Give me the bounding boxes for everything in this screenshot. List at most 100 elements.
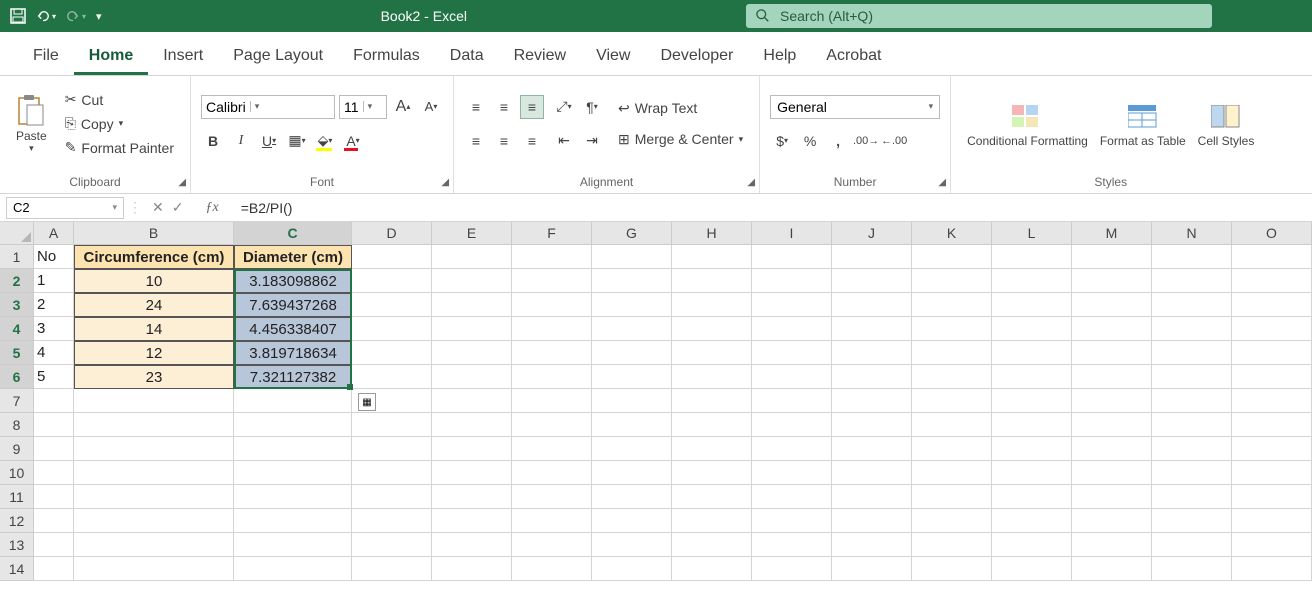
- row-header-11[interactable]: 11: [0, 485, 34, 509]
- cell-N9[interactable]: [1152, 437, 1232, 461]
- comma-style-button[interactable]: ,: [826, 129, 850, 153]
- row-header-4[interactable]: 4: [0, 317, 34, 341]
- tab-help[interactable]: Help: [748, 37, 811, 75]
- column-header-L[interactable]: L: [992, 222, 1072, 245]
- cell-C9[interactable]: [234, 437, 352, 461]
- cell-E3[interactable]: [432, 293, 512, 317]
- cell-H1[interactable]: [672, 245, 752, 269]
- cell-D6[interactable]: [352, 365, 432, 389]
- cell-N12[interactable]: [1152, 509, 1232, 533]
- cell-C10[interactable]: [234, 461, 352, 485]
- cell-M8[interactable]: [1072, 413, 1152, 437]
- cell-O4[interactable]: [1232, 317, 1312, 341]
- cell-H12[interactable]: [672, 509, 752, 533]
- cell-D5[interactable]: [352, 341, 432, 365]
- save-icon[interactable]: [10, 8, 26, 24]
- cell-C13[interactable]: [234, 533, 352, 557]
- cell-A10[interactable]: [34, 461, 74, 485]
- formula-input[interactable]: =B2/PI(): [231, 200, 1312, 216]
- cell-J8[interactable]: [832, 413, 912, 437]
- cell-I12[interactable]: [752, 509, 832, 533]
- cell-H10[interactable]: [672, 461, 752, 485]
- cell-B13[interactable]: [74, 533, 234, 557]
- cell-C3[interactable]: 7.639437268: [234, 293, 352, 317]
- dialog-launcher-icon[interactable]: ◢: [938, 177, 946, 188]
- cell-L1[interactable]: [992, 245, 1072, 269]
- decrease-font-icon[interactable]: A▾: [419, 95, 443, 119]
- cell-C8[interactable]: [234, 413, 352, 437]
- underline-button[interactable]: U▾: [257, 129, 281, 153]
- row-header-5[interactable]: 5: [0, 341, 34, 365]
- tab-home[interactable]: Home: [74, 37, 148, 75]
- cell-K5[interactable]: [912, 341, 992, 365]
- paste-button[interactable]: Paste▾: [10, 93, 53, 154]
- cell-I14[interactable]: [752, 557, 832, 581]
- cell-G7[interactable]: [592, 389, 672, 413]
- cell-C5[interactable]: 3.819718634: [234, 341, 352, 365]
- accounting-format-button[interactable]: $▾: [770, 129, 794, 153]
- cell-M11[interactable]: [1072, 485, 1152, 509]
- borders-button[interactable]: ▦▾: [285, 129, 309, 153]
- row-header-8[interactable]: 8: [0, 413, 34, 437]
- align-left-icon[interactable]: ≡: [464, 129, 488, 153]
- bold-button[interactable]: B: [201, 129, 225, 153]
- cell-F12[interactable]: [512, 509, 592, 533]
- cell-E4[interactable]: [432, 317, 512, 341]
- cell-J5[interactable]: [832, 341, 912, 365]
- font-color-button[interactable]: A▾: [341, 129, 365, 153]
- cell-G12[interactable]: [592, 509, 672, 533]
- cell-E14[interactable]: [432, 557, 512, 581]
- cell-D10[interactable]: [352, 461, 432, 485]
- cell-N11[interactable]: [1152, 485, 1232, 509]
- cell-A6[interactable]: 5: [34, 365, 74, 389]
- cell-D13[interactable]: [352, 533, 432, 557]
- percent-button[interactable]: %: [798, 129, 822, 153]
- cell-F3[interactable]: [512, 293, 592, 317]
- cell-A5[interactable]: 4: [34, 341, 74, 365]
- column-header-N[interactable]: N: [1152, 222, 1232, 245]
- align-middle-icon[interactable]: ≡: [492, 95, 516, 119]
- column-header-E[interactable]: E: [432, 222, 512, 245]
- enter-formula-icon[interactable]: ✓: [172, 199, 184, 216]
- cell-H8[interactable]: [672, 413, 752, 437]
- dialog-launcher-icon[interactable]: ◢: [178, 177, 186, 188]
- column-header-G[interactable]: G: [592, 222, 672, 245]
- cell-G4[interactable]: [592, 317, 672, 341]
- cell-J12[interactable]: [832, 509, 912, 533]
- cell-J1[interactable]: [832, 245, 912, 269]
- cell-C6[interactable]: 7.321127382: [234, 365, 352, 389]
- cell-N8[interactable]: [1152, 413, 1232, 437]
- cell-D1[interactable]: [352, 245, 432, 269]
- column-header-C[interactable]: C: [234, 222, 352, 245]
- cell-L4[interactable]: [992, 317, 1072, 341]
- cell-J2[interactable]: [832, 269, 912, 293]
- show-formatting-button[interactable]: ¶▾: [580, 95, 604, 119]
- cell-K12[interactable]: [912, 509, 992, 533]
- cancel-formula-icon[interactable]: ✕: [152, 199, 164, 216]
- cell-N6[interactable]: [1152, 365, 1232, 389]
- cell-F8[interactable]: [512, 413, 592, 437]
- cell-H6[interactable]: [672, 365, 752, 389]
- increase-indent-icon[interactable]: ⇥: [580, 129, 604, 153]
- cell-J14[interactable]: [832, 557, 912, 581]
- cell-G10[interactable]: [592, 461, 672, 485]
- cell-B9[interactable]: [74, 437, 234, 461]
- cell-J6[interactable]: [832, 365, 912, 389]
- cell-F6[interactable]: [512, 365, 592, 389]
- cell-K8[interactable]: [912, 413, 992, 437]
- cell-O7[interactable]: [1232, 389, 1312, 413]
- cell-C7[interactable]: [234, 389, 352, 413]
- cell-G3[interactable]: [592, 293, 672, 317]
- cell-F2[interactable]: [512, 269, 592, 293]
- cell-O10[interactable]: [1232, 461, 1312, 485]
- cell-A14[interactable]: [34, 557, 74, 581]
- cell-C4[interactable]: 4.456338407: [234, 317, 352, 341]
- cell-L11[interactable]: [992, 485, 1072, 509]
- cell-D2[interactable]: [352, 269, 432, 293]
- cell-N13[interactable]: [1152, 533, 1232, 557]
- align-bottom-icon[interactable]: ≡: [520, 95, 544, 119]
- cell-G14[interactable]: [592, 557, 672, 581]
- cell-D4[interactable]: [352, 317, 432, 341]
- cell-H14[interactable]: [672, 557, 752, 581]
- cell-A8[interactable]: [34, 413, 74, 437]
